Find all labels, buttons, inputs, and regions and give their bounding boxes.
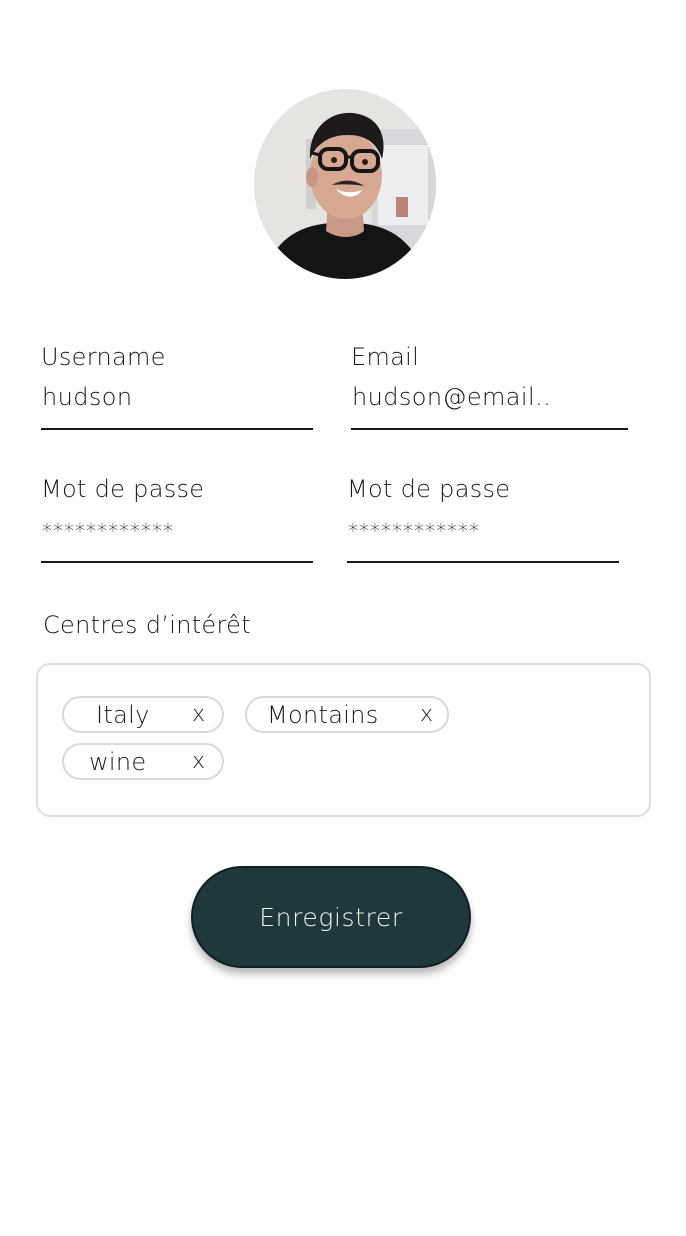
password-field[interactable]: Mot de passe ************ [41, 473, 313, 563]
email-input[interactable]: hudson@email.. [352, 383, 617, 411]
email-label: Email [351, 343, 420, 371]
save-button-label: Enregistrer [259, 902, 403, 932]
interest-tag-label: Montains [267, 701, 379, 729]
user-photo-icon [254, 89, 436, 279]
interest-tag[interactable]: Montains x [245, 696, 449, 733]
username-input[interactable]: hudson [42, 383, 307, 411]
password-confirm-input[interactable]: ************ [348, 519, 613, 543]
password-label: Mot de passe [41, 475, 205, 503]
password-input[interactable]: ************ [42, 519, 307, 543]
save-button[interactable]: Enregistrer [191, 866, 471, 968]
interest-tag[interactable]: wine x [62, 743, 224, 780]
interests-label: Centres d’intérêt [43, 611, 251, 639]
remove-tag-icon[interactable]: x [420, 702, 433, 727]
profile-avatar[interactable] [254, 89, 436, 279]
interest-tag-label: Italy [96, 701, 150, 729]
interests-box[interactable]: Italy x Montains x wine x [36, 663, 651, 817]
email-field[interactable]: Email hudson@email.. [351, 343, 628, 430]
remove-tag-icon[interactable]: x [192, 749, 205, 774]
interest-tag[interactable]: Italy x [62, 696, 224, 733]
password-confirm-field[interactable]: Mot de passe ************ [347, 473, 619, 563]
username-label: Username [41, 343, 166, 371]
interest-tag-label: wine [89, 748, 147, 776]
remove-tag-icon[interactable]: x [192, 702, 205, 727]
username-field[interactable]: Username hudson [41, 343, 313, 430]
password-confirm-label: Mot de passe [347, 475, 511, 503]
